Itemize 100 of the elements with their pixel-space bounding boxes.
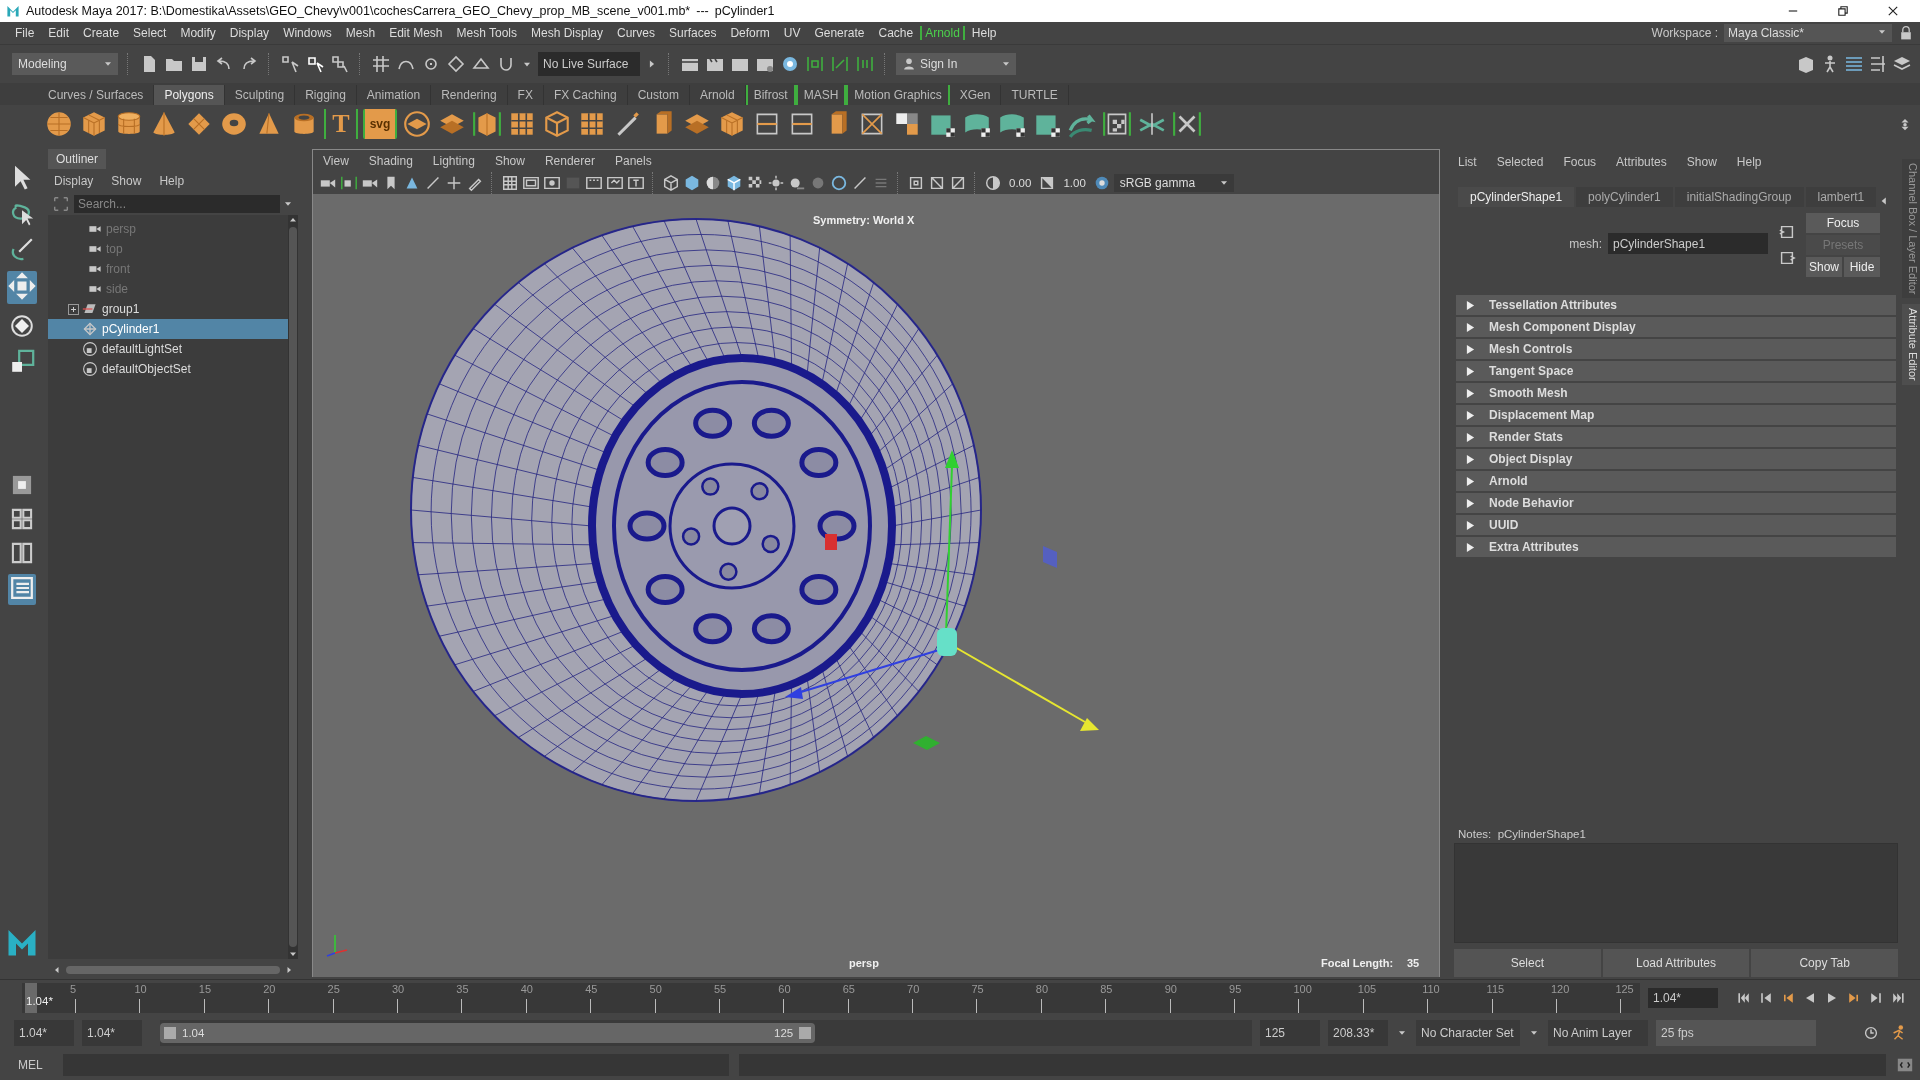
menu-item[interactable]: Modify — [173, 26, 223, 40]
collapsed-arrow-icon[interactable] — [1466, 520, 1475, 530]
outliner-tab[interactable]: Outliner — [48, 149, 107, 169]
move-tool-icon[interactable] — [7, 271, 37, 301]
cube-outline-icon[interactable] — [542, 109, 572, 139]
color-space-dropdown[interactable]: sRGB gamma — [1113, 174, 1234, 192]
collapsed-arrow-icon[interactable] — [1466, 476, 1475, 486]
scrollbar-thumb[interactable] — [289, 227, 297, 947]
outliner-menu[interactable]: Display — [54, 174, 94, 188]
outliner-item[interactable]: defaultLightSet — [48, 339, 288, 359]
pause-icon[interactable] — [855, 54, 875, 74]
collapsed-arrow-icon[interactable] — [1466, 300, 1475, 310]
attribute-section[interactable]: UUID — [1456, 515, 1896, 535]
select-object-icon[interactable] — [305, 54, 325, 74]
node-tab[interactable]: polyCylinder1 — [1576, 187, 1673, 207]
collapsed-arrow-icon[interactable] — [1466, 366, 1475, 376]
anim-layer-dropdown[interactable]: No Anim Layer — [1548, 1020, 1648, 1046]
menu-item[interactable]: Help — [964, 26, 1004, 40]
isolate-select-icon[interactable] — [907, 174, 925, 192]
menu-item[interactable]: File — [8, 26, 42, 40]
attribute-button[interactable]: Show — [1806, 257, 1842, 277]
viewport-menu[interactable]: View — [323, 154, 349, 168]
exposure-icon[interactable] — [984, 174, 1002, 192]
text-tool-button[interactable]: T — [324, 109, 358, 139]
bracket-cube-icon[interactable] — [472, 109, 502, 139]
menu-item[interactable]: Arnold — [920, 26, 965, 40]
menu-item[interactable]: Edit Mesh — [382, 26, 450, 40]
grease-pencil-icon[interactable] — [424, 174, 442, 192]
shaded-cube-icon[interactable] — [683, 174, 701, 192]
attribute-section[interactable]: Smooth Mesh — [1456, 383, 1896, 403]
collapsed-arrow-icon[interactable] — [1466, 454, 1475, 464]
attribute-section[interactable]: Extra Attributes — [1456, 537, 1896, 557]
menu-set-dropdown[interactable]: Modeling — [12, 53, 118, 75]
grid-icon[interactable] — [501, 174, 519, 192]
menu-item[interactable]: Windows — [276, 26, 339, 40]
attribute-section[interactable]: Displacement Map — [1456, 405, 1896, 425]
viewport-menu[interactable]: Lighting — [432, 154, 475, 168]
sphere-icon[interactable] — [44, 109, 74, 139]
restore-icon[interactable] — [1836, 4, 1850, 18]
collapsed-arrow-icon[interactable] — [1466, 344, 1475, 354]
node-tab[interactable]: lambert1 — [1805, 187, 1877, 207]
step-forward-icon[interactable] — [1868, 990, 1884, 1006]
script-editor-icon[interactable] — [1896, 1056, 1914, 1074]
save-icon[interactable] — [189, 54, 209, 74]
attribute-section[interactable]: Mesh Component Display — [1456, 317, 1896, 337]
collapsed-arrow-icon[interactable] — [1466, 322, 1475, 332]
attribute-section[interactable]: Render Stats — [1456, 427, 1896, 447]
menu-item[interactable]: Mesh Display — [524, 26, 611, 40]
rotate-tool-icon[interactable] — [8, 312, 36, 340]
half-sphere-icon[interactable] — [704, 174, 722, 192]
menu-item[interactable]: Surfaces — [662, 26, 724, 40]
wireframe-cube-icon[interactable] — [662, 174, 680, 192]
collapsed-arrow-icon[interactable] — [1466, 542, 1475, 552]
menu-item[interactable]: Mesh Tools — [449, 26, 524, 40]
attribute-menu[interactable]: Focus — [1563, 155, 1597, 169]
lock-icon[interactable] — [1898, 25, 1914, 41]
expand-icon[interactable] — [68, 303, 79, 315]
attribute-button[interactable]: Hide — [1844, 257, 1880, 277]
outliner-layout-icon[interactable] — [8, 574, 36, 602]
attribute-section[interactable]: Node Behavior — [1456, 493, 1896, 513]
filter-icon[interactable] — [52, 195, 70, 213]
close-icon[interactable] — [1886, 4, 1900, 18]
node-tab[interactable]: pCylinderShape1 — [1458, 187, 1575, 207]
bracket-icon[interactable] — [805, 54, 825, 74]
menu-item[interactable]: Curves — [610, 26, 663, 40]
wireframe-shaded-icon[interactable] — [725, 174, 743, 192]
disc-icon[interactable] — [402, 109, 432, 139]
cross-icon[interactable] — [1172, 109, 1202, 139]
collapsed-arrow-icon[interactable] — [1466, 432, 1475, 442]
time-slider[interactable]: 5 10 15 20 25 30 35 40 45 50 55 60 65 70 75 80 85 90 95 100 105 110 115 120 125 1.04* — [22, 983, 1640, 1013]
attribute-section[interactable]: Object Display — [1456, 449, 1896, 469]
attribute-section[interactable]: Tangent Space — [1456, 361, 1896, 381]
fps-dropdown[interactable]: 25 fps — [1656, 1020, 1816, 1046]
end-time-field[interactable]: 208.33* — [1328, 1020, 1388, 1046]
menu-item[interactable]: Cache — [871, 26, 921, 40]
playback-end-field[interactable]: 125 — [1260, 1020, 1320, 1046]
attribute-menu[interactable]: List — [1458, 155, 1477, 169]
range-slider-track[interactable]: 1.04 125 — [160, 1020, 1252, 1046]
collapsed-arrow-icon[interactable] — [1466, 388, 1475, 398]
collapsed-arrow-icon[interactable] — [1466, 410, 1475, 420]
range-bar[interactable]: 1.04 125 — [160, 1023, 816, 1043]
live-surface-field[interactable]: No Live Surface — [538, 52, 640, 76]
search-field[interactable]: Search... — [74, 195, 280, 213]
two-view-icon[interactable] — [9, 540, 35, 566]
scrollbar-thumb[interactable] — [66, 966, 280, 974]
viewport-menu[interactable]: Renderer — [544, 154, 595, 168]
menu-item[interactable]: UV — [776, 26, 808, 40]
attribute-menu[interactable]: Help — [1736, 155, 1762, 169]
checker-icon[interactable] — [1102, 109, 1132, 139]
start-time-field[interactable]: 1.04* — [14, 1020, 74, 1046]
viewport-menu[interactable]: Show — [494, 154, 525, 168]
attribute-section[interactable]: Mesh Controls — [1456, 339, 1896, 359]
current-frame-field[interactable]: 1.04* — [1648, 988, 1718, 1008]
exposure-value[interactable]: 0.00 — [1005, 177, 1036, 189]
menu-item[interactable]: Create — [76, 26, 127, 40]
outliner-menu[interactable]: Help — [159, 174, 185, 188]
menu-item[interactable]: Deform — [723, 26, 777, 40]
outliner-item[interactable]: pCylinder1 — [48, 319, 288, 339]
outliner-menu[interactable]: Show — [111, 174, 142, 188]
attribute-section[interactable]: Tessellation Attributes — [1456, 295, 1896, 315]
